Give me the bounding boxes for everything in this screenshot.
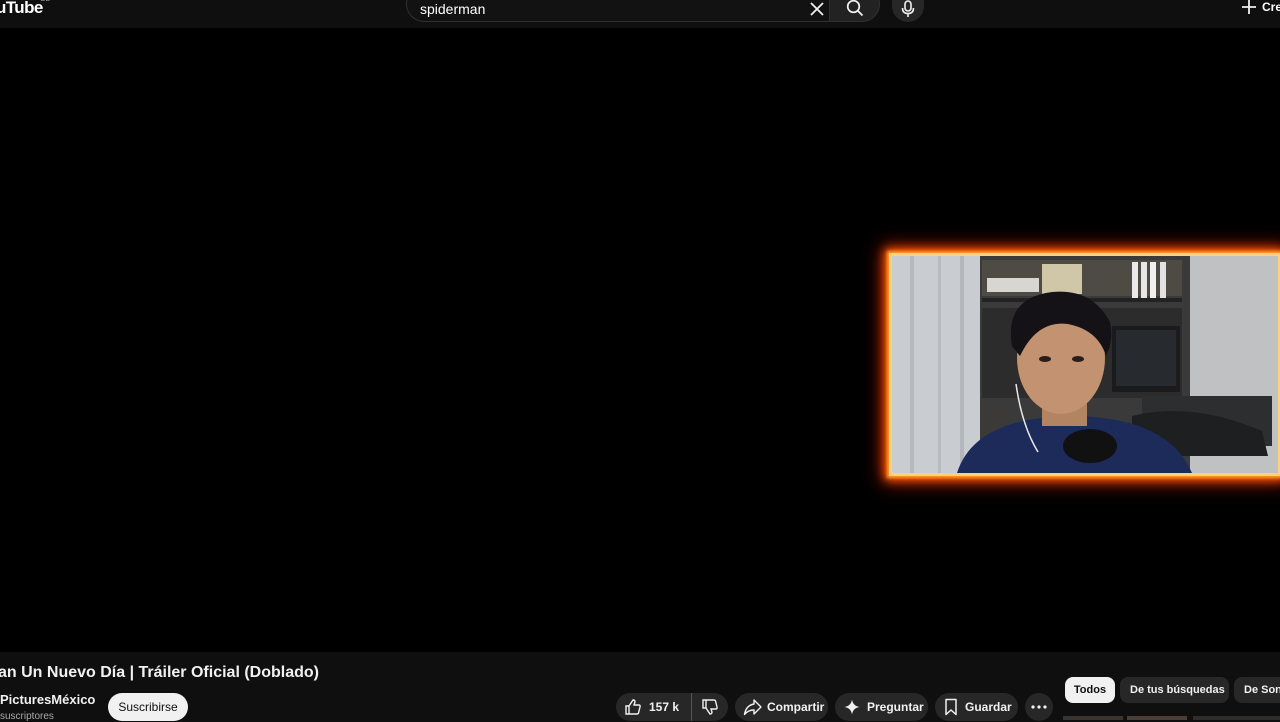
share-arrow-icon	[743, 699, 762, 716]
thumbs-down-icon	[702, 699, 718, 715]
create-button[interactable]: Cre	[1240, 0, 1280, 16]
voice-search-button[interactable]	[892, 0, 924, 22]
like-button[interactable]: 157 k	[616, 693, 692, 721]
like-count: 157 k	[649, 700, 680, 714]
country-code: GB	[40, 0, 50, 3]
video-title: an Un Nuevo Día | Tráiler Oficial (Dobla…	[0, 664, 319, 681]
search-icon	[846, 0, 863, 17]
ask-button[interactable]: Preguntar	[835, 693, 928, 721]
share-button[interactable]: Compartir	[735, 693, 828, 721]
chip-de-tus-busquedas[interactable]: De tus búsquedas	[1120, 677, 1229, 703]
subscriber-count: suscriptores	[0, 711, 54, 722]
ask-label: Preguntar	[867, 700, 924, 714]
save-button[interactable]: Guardar	[935, 693, 1018, 721]
channel-name[interactable]: PicturesMéxico	[0, 692, 95, 707]
clear-search-button[interactable]	[806, 0, 828, 20]
masthead: uTube GB spiderman Cre	[0, 0, 1280, 28]
bookmark-icon	[945, 698, 957, 716]
close-icon	[810, 2, 824, 16]
share-label: Compartir	[767, 700, 825, 714]
thumbs-up-icon	[625, 699, 641, 715]
create-label: Cre	[1262, 0, 1280, 14]
mic-icon	[901, 0, 915, 17]
more-actions-button[interactable]	[1025, 693, 1053, 721]
search-input[interactable]: spiderman	[406, 0, 830, 22]
subscribe-button[interactable]: Suscribirse	[108, 693, 188, 721]
webcam-overlay	[889, 253, 1280, 476]
recommended-thumbnails-edge	[1063, 716, 1280, 720]
save-label: Guardar	[965, 700, 1012, 714]
chip-todos[interactable]: Todos	[1065, 677, 1115, 703]
search-button[interactable]	[829, 0, 880, 22]
like-dislike-group: 157 k	[616, 693, 728, 721]
chip-de-sony[interactable]: De Sony	[1234, 677, 1280, 703]
plus-icon	[1242, 0, 1256, 14]
webcam-image	[892, 256, 1278, 473]
dislike-button[interactable]	[692, 693, 728, 721]
more-horizontal-icon	[1031, 705, 1047, 709]
youtube-logo[interactable]: uTube	[0, 0, 43, 18]
search-query[interactable]: spiderman	[420, 1, 485, 17]
sparkle-icon	[844, 699, 860, 715]
